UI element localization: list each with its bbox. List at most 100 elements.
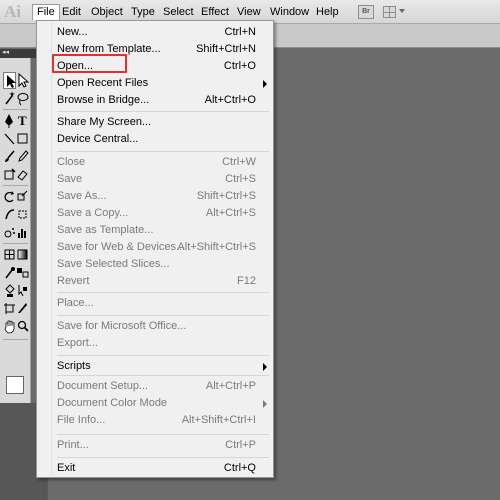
gradient-tool-icon[interactable]: [16, 246, 29, 263]
live-paint-bucket-tool-icon[interactable]: [3, 282, 16, 299]
bridge-button[interactable]: Br: [358, 5, 374, 19]
menu-item-label: Share My Screen...: [57, 116, 152, 128]
menu-separator: [57, 315, 269, 316]
menu-item-shortcut: Shift+Ctrl+N: [196, 43, 256, 55]
open-highlight-annotation: [52, 54, 127, 73]
rectangle-tool-icon[interactable]: [16, 130, 29, 147]
line-segment-tool-icon[interactable]: [3, 130, 16, 147]
menu-separator: [57, 434, 269, 435]
tools-panel: T: [0, 58, 31, 443]
menu-select[interactable]: Select: [159, 4, 198, 20]
column-graph-tool-icon[interactable]: [16, 224, 29, 241]
collapse-panel-icon[interactable]: ◂◂: [2, 48, 9, 58]
menu-separator: [57, 457, 269, 458]
menu-separator: [57, 151, 269, 152]
menu-window[interactable]: Window: [266, 4, 313, 20]
menu-item-shortcut: Ctrl+W: [222, 156, 256, 168]
slice-tool-icon[interactable]: [16, 300, 29, 317]
type-tool-icon[interactable]: T: [16, 112, 29, 129]
menu-item-label: Export...: [57, 337, 98, 349]
menu-item-label: Save: [57, 173, 83, 185]
rotate-tool-icon[interactable]: [3, 188, 16, 205]
menu-item-label: Save for Microsoft Office...: [57, 320, 187, 332]
menu-item-file-info: File Info... Alt+Shift+Ctrl+I: [57, 412, 269, 429]
menu-item-share-my-screen[interactable]: Share My Screen...: [57, 114, 269, 131]
hand-tool-icon[interactable]: [3, 318, 16, 335]
menu-separator: [57, 292, 269, 293]
eraser-tool-icon[interactable]: [16, 166, 29, 183]
menu-item-label: Save Selected Slices...: [57, 258, 170, 270]
menu-edit[interactable]: Edit: [58, 4, 85, 20]
fill-color-swatch[interactable]: [6, 376, 24, 394]
menu-item-device-central[interactable]: Device Central...: [57, 131, 269, 148]
menu-effect[interactable]: Effect: [197, 4, 233, 20]
menu-item-label: Save as Template...: [57, 224, 154, 236]
menu-item-label: Device Central...: [57, 133, 139, 145]
blend-tool-icon[interactable]: [16, 264, 29, 281]
live-paint-selection-tool-icon[interactable]: [16, 282, 29, 299]
warp-tool-icon[interactable]: [3, 206, 16, 223]
menu-item-label: Save a Copy...: [57, 207, 129, 219]
magic-wand-tool-icon[interactable]: [3, 90, 16, 107]
menu-item-shortcut: Ctrl+Q: [223, 462, 256, 474]
zoom-tool-icon[interactable]: [16, 318, 29, 335]
submenu-arrow-icon: [263, 80, 267, 88]
selection-tool-icon[interactable]: [3, 72, 16, 89]
menu-item-print: Print... Ctrl+P: [57, 437, 269, 454]
menu-item-scripts[interactable]: Scripts: [57, 358, 269, 375]
app-logo: Ai: [4, 2, 21, 21]
eyedropper-tool-icon[interactable]: [3, 264, 16, 281]
menu-item-document-color-mode: Document Color Mode: [57, 395, 269, 412]
menu-item-label: Scripts: [57, 360, 91, 372]
menu-item-shortcut: Alt+Ctrl+P: [205, 380, 256, 392]
arrange-documents-icon[interactable]: [383, 6, 396, 18]
menu-item-label: Close: [57, 156, 86, 168]
menu-item-label: New...: [57, 26, 88, 38]
menu-item-shortcut: Alt+Shift+Ctrl+S: [177, 241, 256, 253]
menu-item-shortcut: Ctrl+N: [224, 26, 256, 38]
menu-item-open-recent-files[interactable]: Open Recent Files: [57, 75, 269, 92]
menu-item-shortcut: Ctrl+O: [223, 60, 256, 72]
menu-help[interactable]: Help: [312, 4, 343, 20]
menu-separator: [57, 355, 269, 356]
menu-item-save: Save Ctrl+S: [57, 171, 269, 188]
pencil-tool-icon[interactable]: [16, 148, 29, 165]
menu-item-label: Document Setup...: [57, 380, 149, 392]
lasso-tool-icon[interactable]: [16, 90, 29, 107]
blob-brush-tool-icon[interactable]: [3, 166, 16, 183]
menu-file[interactable]: File: [32, 4, 60, 20]
menu-item-shortcut: Ctrl+S: [225, 173, 256, 185]
chevron-down-icon[interactable]: [399, 9, 405, 13]
menu-gutter: [51, 22, 52, 476]
menu-item-label: Save As...: [57, 190, 107, 202]
menu-item-save-for-web-devices: Save for Web & Devices... Alt+Shift+Ctrl+…: [57, 239, 269, 256]
menu-item-new[interactable]: New... Ctrl+N: [57, 24, 269, 41]
menu-item-shortcut: Alt+Shift+Ctrl+I: [181, 414, 256, 426]
menu-item-save-for-microsoft-office: Save for Microsoft Office...: [57, 318, 269, 335]
submenu-arrow-icon: [263, 400, 267, 408]
paintbrush-tool-icon[interactable]: [3, 148, 16, 165]
menu-item-browse-in-bridge[interactable]: Browse in Bridge... Alt+Ctrl+O: [57, 92, 269, 109]
menu-item-revert: Revert F12: [57, 273, 269, 290]
scale-tool-icon[interactable]: [16, 188, 29, 205]
mesh-tool-icon[interactable]: [3, 246, 16, 263]
menu-item-label: File Info...: [57, 414, 106, 426]
menu-item-shortcut: Ctrl+P: [225, 439, 256, 451]
file-menu-dropdown: New... Ctrl+N New from Template... Shift+Ct…: [36, 20, 274, 478]
menu-item-shortcut: Shift+Ctrl+S: [196, 190, 256, 202]
menu-type[interactable]: Type: [127, 4, 159, 20]
pen-tool-icon[interactable]: [3, 112, 16, 129]
symbol-sprayer-tool-icon[interactable]: [3, 224, 16, 241]
menu-view[interactable]: View: [233, 4, 265, 20]
artboard-tool-icon[interactable]: [3, 300, 16, 317]
menu-item-exit[interactable]: Exit Ctrl+Q: [57, 460, 269, 477]
menu-item-label: Document Color Mode: [57, 397, 168, 409]
menu-item-close: Close Ctrl+W: [57, 154, 269, 171]
direct-selection-tool-icon[interactable]: [16, 72, 29, 89]
menu-separator: [57, 375, 269, 376]
menu-item-save-selected-slices: Save Selected Slices...: [57, 256, 269, 273]
free-transform-tool-icon[interactable]: [16, 206, 29, 223]
menu-object[interactable]: Object: [87, 4, 127, 20]
menu-item-document-setup: Document Setup... Alt+Ctrl+P: [57, 378, 269, 395]
menu-separator: [57, 111, 269, 112]
